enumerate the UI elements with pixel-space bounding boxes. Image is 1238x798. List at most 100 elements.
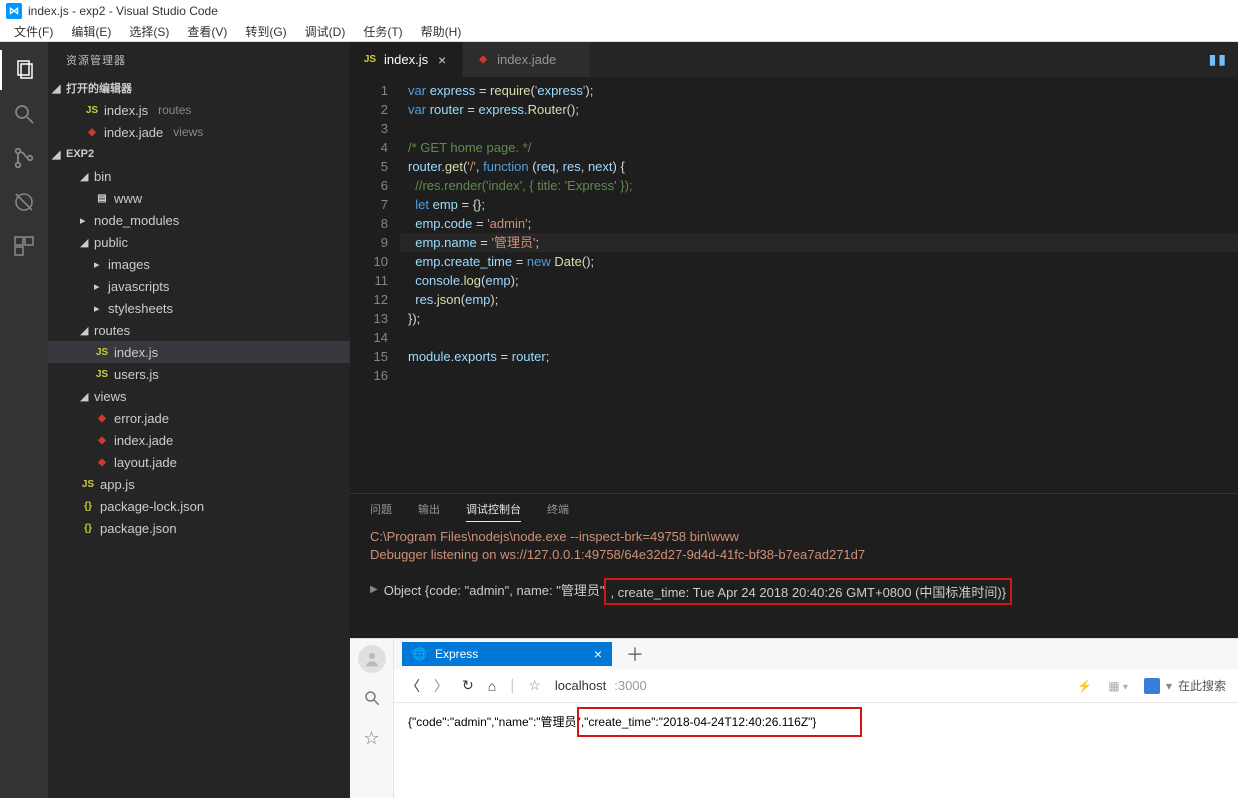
search-provider-icon[interactable] — [1144, 678, 1160, 694]
menu-help[interactable]: 帮助(H) — [413, 21, 470, 42]
address-port: :3000 — [614, 678, 647, 693]
menu-edit[interactable]: 编辑(E) — [63, 21, 119, 42]
line-number: 14 — [350, 328, 388, 347]
file-icon: JS — [94, 369, 110, 380]
browser-tab-express[interactable]: 🌐 Express × — [402, 642, 612, 666]
open-editor-item[interactable]: ◆index.jadeviews — [48, 121, 350, 143]
file-item[interactable]: ◆ layout.jade — [48, 451, 350, 473]
folder-item[interactable]: ◢public — [48, 231, 350, 253]
item-name: images — [108, 257, 150, 272]
chevron-icon: ▸ — [94, 258, 104, 271]
panel: 问题 输出 调试控制台 终端 C:\Program Files\nodejs\n… — [350, 493, 1238, 638]
folder-item[interactable]: ▸ images — [48, 253, 350, 275]
chevron-icon: ◢ — [80, 236, 90, 249]
debug-console-content[interactable]: C:\Program Files\nodejs\node.exe --inspe… — [350, 524, 1238, 638]
tab-close-icon[interactable]: × — [594, 646, 602, 662]
code-line: module.exports = router; — [400, 347, 1238, 366]
editor-tab[interactable]: ◆index.jade — [463, 42, 591, 77]
folder-item[interactable]: ▸node_modules — [48, 209, 350, 231]
search-placeholder[interactable]: 在此搜索 — [1178, 677, 1226, 694]
menu-debug[interactable]: 调试(D) — [297, 21, 354, 42]
activity-bar — [0, 42, 48, 798]
code-line — [400, 119, 1238, 138]
folder-item[interactable]: ◢views — [48, 385, 350, 407]
project-header[interactable]: ◢ EXP2 — [48, 143, 350, 165]
item-name: index.js — [114, 345, 158, 360]
browser-body: {"code":"admin","name":"管理员","create_tim… — [394, 703, 1238, 798]
activity-explorer-icon[interactable] — [0, 50, 48, 90]
menu-view[interactable]: 查看(V) — [179, 21, 235, 42]
menu-file[interactable]: 文件(F) — [6, 21, 61, 42]
editor-tab[interactable]: JSindex.js× — [350, 42, 463, 77]
search-icon[interactable] — [363, 689, 381, 712]
folder-item[interactable]: ▸javascripts — [48, 275, 350, 297]
line-number: 11 — [350, 271, 388, 290]
address-host: localhost — [555, 678, 606, 693]
file-hint: routes — [158, 103, 191, 117]
file-item[interactable]: JSusers.js — [48, 363, 350, 385]
editor-area: JSindex.js×◆index.jade ▮▮ 12345678910111… — [350, 42, 1238, 798]
activity-extensions-icon[interactable] — [0, 226, 48, 266]
file-icon: ◆ — [475, 54, 491, 65]
file-item[interactable]: ▤www — [48, 187, 350, 209]
browser-toolbar: 〈 〉 ↻ ⌂ | ☆ localhost:3000 ⚡ ▦ ▾ ▾ — [394, 669, 1238, 703]
folder-item[interactable]: ◢routes — [48, 319, 350, 341]
panel-tab-problems[interactable]: 问题 — [370, 497, 392, 521]
pause-icon[interactable]: ▮▮ — [1209, 51, 1228, 68]
nav-back-icon[interactable]: 〈 — [406, 676, 420, 696]
lightning-icon[interactable]: ⚡ — [1077, 679, 1092, 693]
line-number: 8 — [350, 214, 388, 233]
new-tab-button[interactable]: ＋ — [620, 641, 650, 667]
file-icon: {} — [80, 501, 96, 512]
expand-triangle-icon[interactable]: ▶ — [370, 584, 378, 595]
folder-item[interactable]: ◢bin — [48, 165, 350, 187]
panel-tab-debug-console[interactable]: 调试控制台 — [466, 497, 521, 522]
file-item[interactable]: {}package.json — [48, 517, 350, 539]
item-name: package.json — [100, 521, 177, 536]
item-name: layout.jade — [114, 455, 177, 470]
line-number: 10 — [350, 252, 388, 271]
activity-search-icon[interactable] — [0, 94, 48, 134]
bookmark-star-icon[interactable]: ☆ — [528, 677, 541, 694]
line-number: 7 — [350, 195, 388, 214]
file-icon: JS — [80, 479, 96, 490]
panel-tab-output[interactable]: 输出 — [418, 497, 440, 521]
nav-refresh-icon[interactable]: ↻ — [462, 677, 474, 694]
favorites-star-icon[interactable]: ☆ — [363, 728, 379, 749]
qr-icon[interactable]: ▦ ▾ — [1108, 679, 1128, 693]
file-item[interactable]: ◆error.jade — [48, 407, 350, 429]
nav-home-icon[interactable]: ⌂ — [488, 678, 496, 694]
file-icon: ▤ — [94, 193, 110, 204]
chevron-down-icon: ◢ — [52, 82, 62, 95]
open-editors-header[interactable]: ◢ 打开的编辑器 — [48, 77, 350, 99]
file-item[interactable]: ◆index.jade — [48, 429, 350, 451]
panel-tab-terminal[interactable]: 终端 — [547, 497, 569, 521]
project-name: EXP2 — [66, 148, 94, 160]
editor-tabs: JSindex.js×◆index.jade — [350, 42, 591, 77]
activity-scm-icon[interactable] — [0, 138, 48, 178]
menu-tasks[interactable]: 任务(T) — [355, 21, 410, 42]
highlighted-create-time: , create_time: Tue Apr 24 2018 20:40:26 … — [604, 578, 1012, 605]
file-item[interactable]: JSindex.js — [48, 341, 350, 363]
file-item[interactable]: {}package-lock.json — [48, 495, 350, 517]
code-line: //res.render('index', { title: 'Express'… — [400, 176, 1238, 195]
activity-debug-icon[interactable] — [0, 182, 48, 222]
open-editor-item[interactable]: JSindex.jsroutes — [48, 99, 350, 121]
file-icon: ◆ — [94, 413, 110, 424]
menu-selection[interactable]: 选择(S) — [121, 21, 177, 42]
browser-tab-title: Express — [435, 647, 478, 661]
menu-goto[interactable]: 转到(G) — [237, 21, 294, 42]
address-bar[interactable]: localhost :3000 — [555, 678, 647, 693]
file-icon: ◆ — [94, 457, 110, 468]
nav-forward-icon[interactable]: 〉 — [434, 676, 448, 696]
close-icon[interactable]: × — [434, 52, 450, 68]
code-content[interactable]: var express = require('express');var rou… — [400, 77, 1238, 493]
profile-avatar-icon[interactable] — [358, 645, 386, 673]
main-area: 资源管理器 ◢ 打开的编辑器 JSindex.jsroutes◆index.ja… — [0, 42, 1238, 798]
file-item[interactable]: JSapp.js — [48, 473, 350, 495]
code-editor[interactable]: 12345678910111213141516 var express = re… — [350, 77, 1238, 493]
file-name: index.jade — [104, 125, 163, 140]
file-hint: views — [173, 125, 203, 139]
debug-object-line[interactable]: ▶ Object {code: "admin", name: "管理员", cr… — [370, 574, 1218, 605]
folder-item[interactable]: ▸stylesheets — [48, 297, 350, 319]
